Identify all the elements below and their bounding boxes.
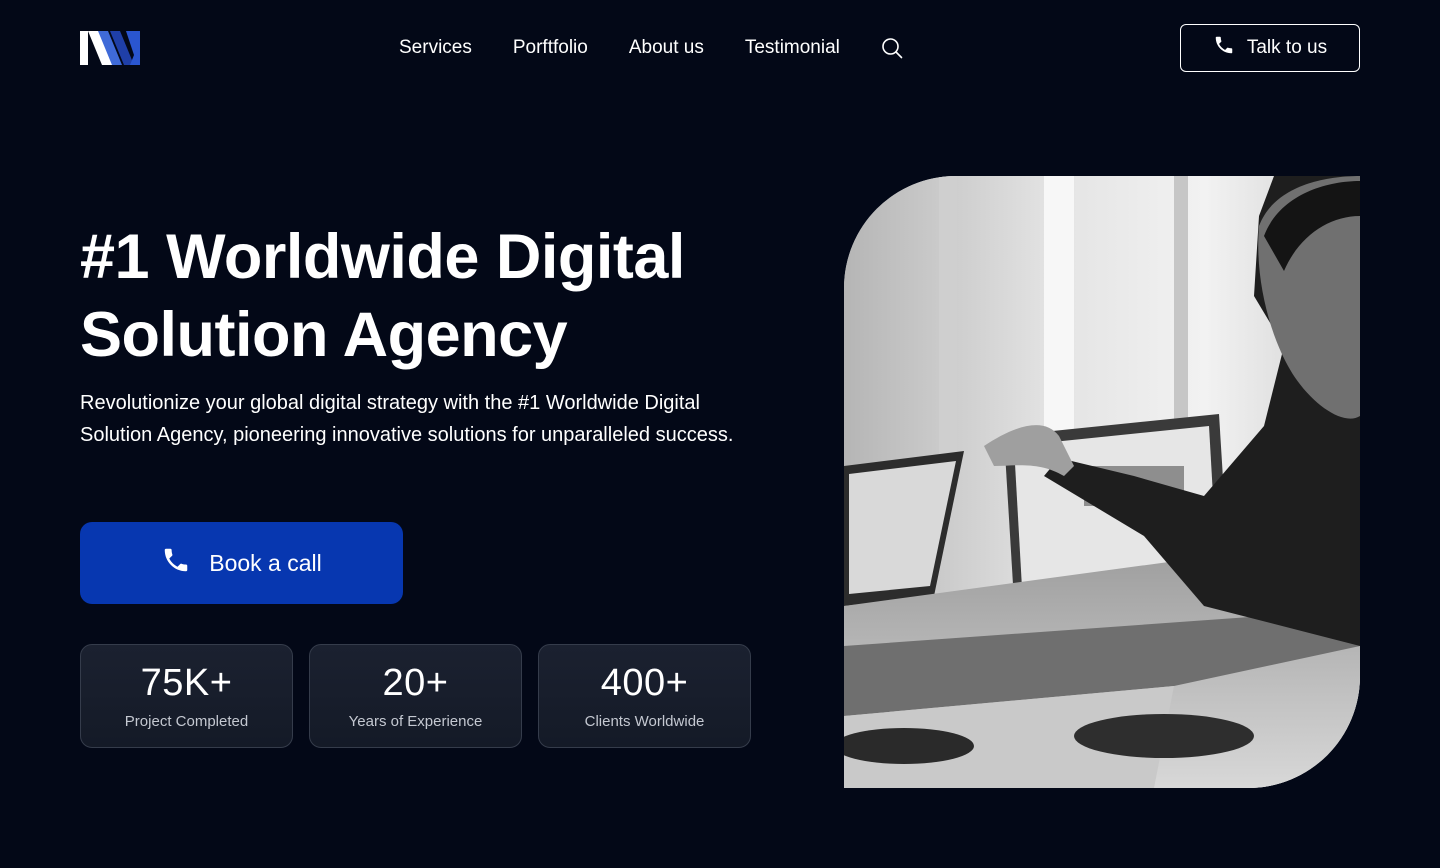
talk-to-us-button[interactable]: Talk to us [1180,24,1360,72]
brand-logo-icon[interactable] [80,31,140,65]
talk-to-us-label: Talk to us [1246,37,1328,58]
hero-title: #1 Worldwide Digital Solution Agency [80,218,800,374]
hero-description: Revolutionize your global digital strate… [80,392,734,446]
hero-photo [844,176,1360,788]
nav-item-services[interactable]: Services [399,36,472,60]
nav-item-about-us[interactable]: About us [629,36,704,60]
hero-title-line-2: Solution Agency [80,300,568,370]
book-a-call-label: Book a call [209,549,322,576]
stat-value: 400+ [600,662,689,704]
book-a-call-button[interactable]: Book a call [80,522,403,604]
stat-value: 75K+ [140,662,233,704]
main-nav: Services Porftfolio About us Testimonial [399,36,903,60]
stats-row: 75K+ Project Completed 20+ Years of Expe… [80,644,751,748]
stat-value: 20+ [382,662,449,704]
stat-label: Clients Worldwide [584,713,705,730]
phone-icon [1213,34,1235,62]
stat-label: Project Completed [124,713,249,730]
stat-label: Years of Experience [348,713,483,730]
phone-icon [161,545,191,581]
landing-page: Services Porftfolio About us Testimonial… [0,0,1440,868]
nav-item-testimonial[interactable]: Testimonial [745,36,840,60]
stat-card-projects: 75K+ Project Completed [80,644,293,748]
stat-card-clients: 400+ Clients Worldwide [538,644,751,748]
photo-man-at-laptop [844,176,1360,788]
nav-item-portfolio[interactable]: Porftfolio [513,36,588,60]
hero-title-line-1: #1 Worldwide Digital [80,222,685,292]
search-icon[interactable] [881,37,903,59]
stat-card-experience: 20+ Years of Experience [309,644,522,748]
